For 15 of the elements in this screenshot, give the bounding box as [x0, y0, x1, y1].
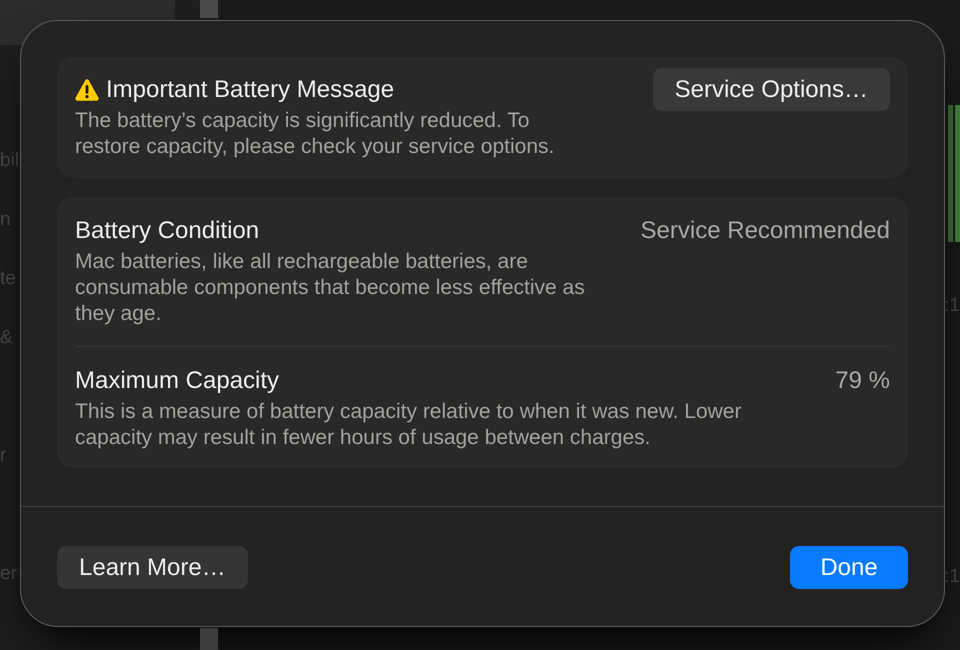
detail-value: Service Recommended — [640, 216, 890, 246]
service-options-button[interactable]: Service Options… — [652, 68, 890, 111]
alert-message: The battery’s capacity is significantly reduced. To restore capacity, please check your service options. — [75, 108, 556, 160]
learn-more-button[interactable]: Learn More… — [57, 546, 248, 589]
sidebar-item[interactable]: & — [0, 326, 13, 350]
scroll-thumb[interactable] — [200, 0, 218, 18]
detail-title: Maximum Capacity — [75, 366, 280, 396]
detail-description: Mac batteries, like all rechargeable batteries, are consumable components that become less effective as they age. — [75, 249, 586, 327]
alert-title: Important Battery Message — [106, 74, 394, 104]
detail-value: 79 % — [835, 366, 890, 396]
warning-icon — [75, 78, 99, 100]
detail-title: Battery Condition — [75, 216, 260, 246]
done-button[interactable]: Done — [790, 546, 908, 589]
detail-description: This is a measure of battery capacity relative to when it was new. Lower capacity may result in fewer hours of usage between charges. — [75, 399, 742, 451]
scroll-thumb[interactable] — [200, 628, 218, 650]
